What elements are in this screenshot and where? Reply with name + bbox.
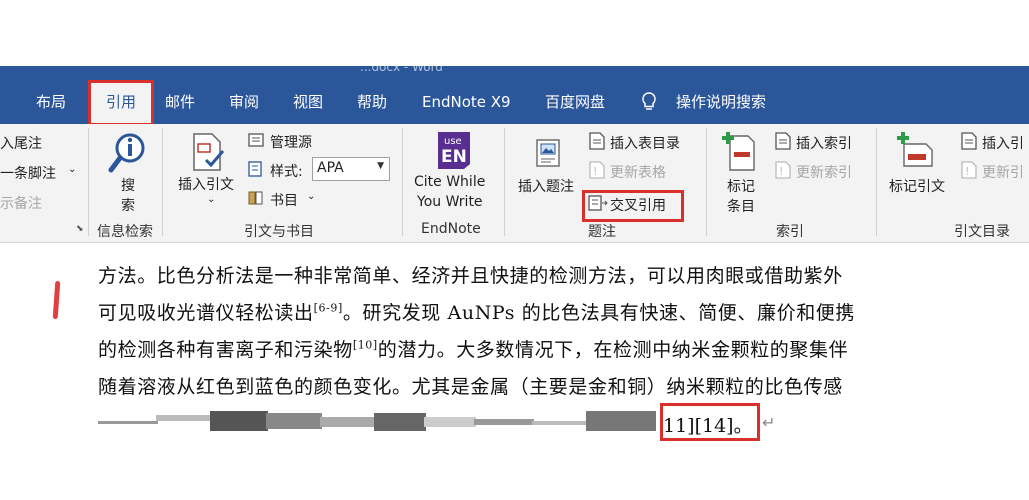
chevron-down-icon: ⌄ — [207, 194, 216, 205]
next-footnote-button[interactable]: 一条脚注 — [0, 163, 56, 183]
line-3-text-b: 的潜力。大多数情况下，在检测中纳米金颗粒的聚集伴 — [377, 339, 849, 361]
paragraph-line-4: 随着溶液从红色到蓝色的颜色变化。尤其是金属（主要是金和铜）纳米颗粒的比色传感 — [98, 376, 843, 398]
svg-text:!: ! — [593, 165, 597, 178]
update-index-icon: ! — [775, 161, 791, 179]
update-toa-button[interactable]: 更新引 — [982, 162, 1024, 182]
paragraph-return-icon: ↵ — [762, 413, 776, 432]
red-annotation-mark — [52, 280, 61, 320]
group-divider — [504, 128, 505, 236]
insert-index-icon — [775, 132, 791, 150]
update-table-icon: ! — [589, 161, 605, 179]
update-toa-icon: ! — [961, 161, 977, 179]
tab-layout[interactable]: 布局 — [36, 80, 66, 124]
cite-while-you-write-line2[interactable]: You Write — [417, 194, 483, 210]
tab-help[interactable]: 帮助 — [357, 80, 387, 124]
insert-citation-button[interactable]: 插入引文 — [178, 174, 234, 194]
ribbon-tabs: 布局 引用 邮件 审阅 视图 帮助 EndNote X9 百度网盘 操作说明搜索 — [0, 80, 1029, 124]
dialog-launcher-icon[interactable]: ⬊ — [76, 224, 84, 234]
show-notes-button[interactable]: 示备注 — [0, 193, 42, 213]
tab-view[interactable]: 视图 — [293, 80, 323, 124]
tab-baidu-netdisk[interactable]: 百度网盘 — [545, 80, 605, 124]
table-of-figures-icon — [589, 132, 605, 150]
ribbon-panel: 入尾注 一条脚注 ⌄ 示备注 ⬊ 搜 索 信息检索 插入引文 ⌄ 管理源 样式:… — [0, 124, 1029, 243]
style-label: 样式: — [270, 164, 303, 180]
svg-text:!: ! — [965, 165, 969, 178]
top-blank-area — [0, 0, 1029, 66]
chevron-down-icon: ⌄ — [68, 164, 77, 175]
insert-toa-icon — [961, 132, 977, 150]
insert-toa-button[interactable]: 插入引 — [982, 133, 1024, 153]
group-divider — [88, 128, 89, 236]
mark-entry-line1[interactable]: 标记 — [727, 176, 755, 196]
bibliography-button[interactable]: 书目 — [270, 190, 298, 210]
redacted-text-strip — [98, 411, 656, 431]
bibliography-icon — [248, 191, 263, 205]
line-2-text-b: 。研究发现 AuNPs 的比色法具有快速、简便、廉价和便携 — [342, 302, 855, 324]
manage-sources-icon — [248, 133, 264, 147]
chevron-down-icon: ▼ — [377, 161, 384, 171]
group-divider — [876, 128, 877, 236]
tab-review[interactable]: 审阅 — [229, 80, 259, 124]
group-label-research: 信息检索 — [97, 224, 153, 240]
tell-me-search[interactable]: 操作说明搜索 — [676, 80, 766, 124]
document-area[interactable]: 方法。比色分析法是一种非常简单、经济并且快捷的检测方法，可以用肉眼或借助紫外 可… — [0, 243, 1029, 500]
group-label-index: 索引 — [776, 224, 804, 240]
tab-endnote[interactable]: EndNote X9 — [422, 80, 511, 124]
paragraph-line-2: 可见吸收光谱仪轻松读出[6-9]。研究发现 AuNPs 的比色法具有快速、简便、… — [98, 298, 855, 325]
chevron-down-icon: ⌄ — [307, 191, 316, 202]
group-divider — [162, 128, 163, 236]
title-bar: ...docx - Word — [0, 66, 1029, 80]
group-label-toa: 引文目录 — [954, 224, 1010, 240]
mark-entry-line2[interactable]: 条目 — [727, 196, 755, 216]
window-title: ...docx - Word — [360, 66, 443, 74]
line-3-text-a: 的检测各种有害离子和污染物 — [98, 339, 353, 361]
insert-caption-button[interactable]: 插入题注 — [518, 176, 574, 196]
insert-index-button[interactable]: 插入索引 — [796, 133, 852, 153]
citation-10[interactable]: [10] — [353, 339, 378, 352]
cross-reference-button[interactable]: 交叉引用 — [610, 195, 666, 215]
endnote-badge-top: use — [444, 136, 462, 147]
cite-while-you-write-line1[interactable]: Cite While — [414, 174, 485, 190]
group-divider — [402, 128, 403, 236]
update-table-button[interactable]: 更新表格 — [610, 162, 666, 182]
paragraph-line-1: 方法。比色分析法是一种非常简单、经济并且快捷的检测方法，可以用肉眼或借助紫外 — [98, 265, 843, 287]
search-label-line2: 索 — [121, 198, 135, 214]
tab-references[interactable]: 引用 — [90, 80, 152, 124]
group-label-captions: 题注 — [588, 224, 616, 240]
tab-mailings[interactable]: 邮件 — [165, 80, 195, 124]
citation-highlight-box — [660, 403, 760, 441]
style-dropdown[interactable]: APA ▼ — [312, 157, 390, 181]
insert-caption-icon[interactable] — [535, 138, 561, 168]
research-search-icon[interactable] — [108, 132, 148, 176]
insert-table-of-figures-button[interactable]: 插入表目录 — [610, 133, 680, 153]
cross-reference-icon — [588, 195, 608, 211]
citation-6-9[interactable]: [6-9] — [314, 302, 343, 315]
endnote-badge-bottom: EN — [441, 147, 467, 167]
lightbulb-icon — [642, 92, 656, 110]
update-index-button[interactable]: 更新索引 — [796, 162, 852, 182]
svg-text:!: ! — [779, 165, 783, 178]
line-2-text-a: 可见吸收光谱仪轻松读出 — [98, 302, 314, 324]
style-icon — [248, 161, 262, 177]
group-label-citations: 引文与书目 — [244, 224, 314, 240]
search-label-line1: 搜 — [121, 178, 135, 194]
insert-endnote-button[interactable]: 入尾注 — [0, 133, 42, 153]
mark-citation-icon[interactable] — [896, 130, 934, 172]
manage-sources-button[interactable]: 管理源 — [270, 132, 312, 152]
insert-citation-icon[interactable] — [190, 132, 226, 172]
group-divider — [706, 128, 707, 236]
paragraph-line-3: 的检测各种有害离子和污染物[10]的潜力。大多数情况下，在检测中纳米金颗粒的聚集… — [98, 335, 848, 362]
mark-citation-button[interactable]: 标记引文 — [889, 176, 945, 196]
endnote-logo-icon: use EN — [438, 132, 470, 169]
style-value: APA — [317, 160, 344, 176]
group-label-endnote: EndNote — [421, 221, 481, 237]
mark-entry-icon[interactable] — [722, 130, 756, 172]
